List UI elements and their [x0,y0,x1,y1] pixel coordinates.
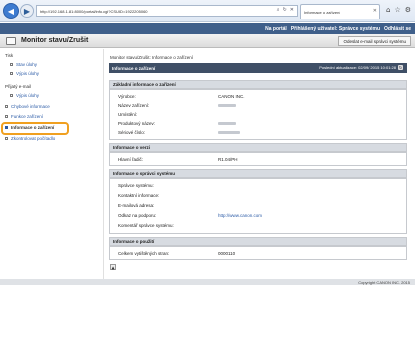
section-heading: Informace o zařízení Poslední aktualizac… [109,63,407,73]
sidebar-item-zkontrolovat[interactable]: Zkontrolovat počítadlo [5,136,55,141]
footer-bar [0,279,415,285]
admin-heading: Informace o správci systému [109,169,407,178]
sidebar-item-funkce[interactable]: Funkce zařízení [5,114,43,119]
refresh-icon[interactable]: ↻ [398,65,403,70]
tab-title: Informace o zařízení [304,9,341,15]
hlavni-radic-value: R1.04/PH [218,157,238,162]
version-heading: Informace o verzi [109,143,407,152]
sidebar-item-chybove[interactable]: Chybové informace [5,104,50,109]
app-header: Na portál Přihlášený uživatel: Správce s… [0,23,415,34]
sidebar-item-vypis-uloh-email[interactable]: Výpis úlohy [10,93,39,98]
odkaz-label: Odkaz na podporu: [118,213,157,218]
back-to-top-icon[interactable]: ▲ [110,264,116,270]
sidebar-item-informace[interactable]: Informace o zařízení [5,125,54,130]
produktovy-label: Produktový název: [118,121,156,126]
section-title: Informace o zařízení [112,65,156,71]
logged-user: Přihlášený uživatel: Správce systému [290,25,381,32]
last-update-text: Poslední aktualizace: 02/09/ 2015 10:01:… [319,65,396,70]
produktovy-value-redacted [218,122,236,125]
copyright-text: Copyright CANON INC. 2015 [358,280,410,285]
last-update: Poslední aktualizace: 02/09/ 2015 10:01:… [319,65,403,70]
forward-icon[interactable]: ▶ [20,4,34,18]
sidebar-item-vypis-uloh[interactable]: Výpis úlohy [10,71,39,76]
basic-info-heading: Základní informace o zařízení [109,80,407,89]
kontaktni-label: Kontaktní informace: [118,193,160,198]
usage-box: Celkem vytištěných stran: 0000110 [109,246,407,260]
back-icon[interactable]: ◀ [3,3,19,19]
refresh-icon[interactable]: ↻ [283,7,287,13]
vyrobce-label: Výrobce: [118,94,136,99]
bullet-icon [10,72,13,76]
portal-link[interactable]: Na portál [265,26,287,32]
page-titlebar: Monitor stavu/Zrušit Odeslat e-mail sprá… [0,34,415,48]
celkem-label: Celkem vytištěných stran: [118,251,170,256]
sidebar-heading-email: Přijatý e-mail [5,84,32,89]
nazev-label: Název zařízení: [118,103,150,108]
search-icon[interactable]: ⌕ [277,7,280,13]
spravce-label: Správce systému: [118,183,154,188]
seriove-value-redacted [218,131,240,134]
monitor-icon [6,37,16,45]
mail-admin-button[interactable]: Odeslat e-mail správci systému [338,36,411,46]
komentar-label: Komentář správce systému: [118,223,174,228]
admin-box: Správce systému: Kontaktní informace: E-… [109,178,407,234]
nazev-value-redacted [218,104,236,107]
page-title: Monitor stavu/Zrušit [21,37,89,44]
seriove-label: Sériové číslo: [118,130,146,135]
bullet-icon [5,115,8,119]
browser-toolbar: ◀ ▶ http://192.168.1.81:8000/portal/info… [0,0,415,22]
address-bar[interactable]: http://192.168.1.81:8000/portal/info.cgi… [36,5,298,17]
browser-tab[interactable]: Informace o zařízení ✕ [300,4,380,19]
email-label: E-mailová adresa: [118,203,155,208]
celkem-value: 0000110 [218,251,236,256]
bullet-icon [10,94,13,98]
vyrobce-value: CANON INC. [218,94,245,99]
sidebar-item-stav-uloh[interactable]: Stav úlohy [10,62,37,67]
close-icon[interactable]: ✕ [290,7,294,13]
bullet-icon [5,126,8,130]
umisteni-label: Umístění: [118,112,138,117]
sidebar-heading-tisk: Tisk [5,53,14,58]
bullet-icon [10,63,13,67]
breadcrumb: Monitor stavu/Zrušit: Informace o zaříze… [110,55,194,60]
sidebar: Tisk Stav úlohy Výpis úlohy Přijatý e-ma… [0,49,104,279]
support-link[interactable]: http://www.canon.com [218,213,262,218]
hlavni-radic-label: Hlavní řadič: [118,157,144,162]
url-text: http://192.168.1.81:8000/portal/info.cgi… [40,8,148,14]
gear-icon[interactable]: ⚙ [405,6,411,14]
logout-link[interactable]: Odhlásit se [384,26,411,32]
version-box: Hlavní řadič: R1.04/PH [109,152,407,166]
bullet-icon [5,137,8,141]
basic-info-box: Výrobce: CANON INC. Název zařízení: Umís… [109,89,407,140]
tab-close-icon[interactable]: ✕ [373,8,377,14]
home-icon[interactable]: ⌂ [386,6,390,14]
star-icon[interactable]: ☆ [394,6,400,14]
bullet-icon [5,105,8,109]
usage-heading: Informace o použití [109,237,407,246]
